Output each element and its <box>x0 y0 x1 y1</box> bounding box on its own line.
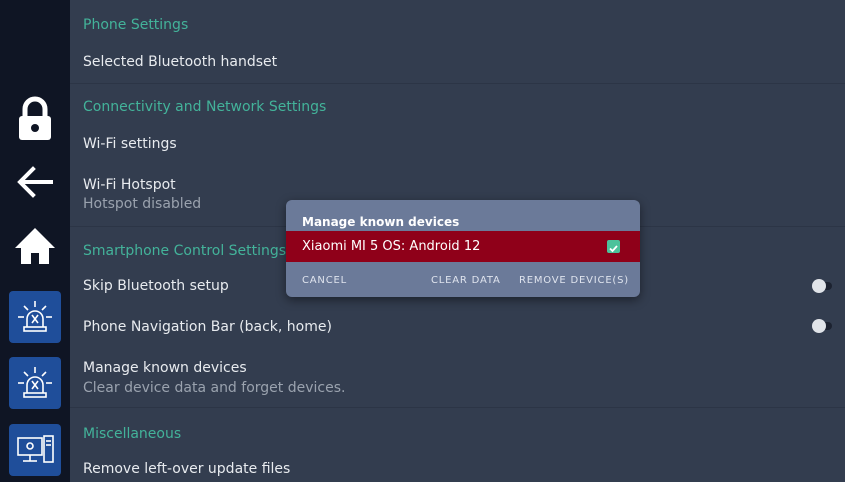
computer-icon[interactable] <box>9 424 61 476</box>
section-phone-settings: Phone Settings <box>83 17 189 33</box>
home-icon[interactable] <box>8 219 62 273</box>
manage-known-devices-item[interactable]: Manage known devices <box>83 360 247 376</box>
section-smartphone-control: Smartphone Control Settings <box>83 243 287 259</box>
manage-devices-dialog: Manage known devices Xiaomi MI 5 OS: And… <box>286 200 640 297</box>
wifi-settings-item[interactable]: Wi-Fi settings <box>83 136 177 152</box>
wifi-hotspot-item[interactable]: Wi-Fi Hotspot <box>83 177 176 193</box>
remove-devices-button[interactable]: REMOVE DEVICE(S) <box>519 275 629 286</box>
toggle-knob <box>812 279 826 293</box>
wifi-hotspot-status: Hotspot disabled <box>83 196 202 212</box>
device-row[interactable]: Xiaomi MI 5 OS: Android 12 <box>286 231 640 262</box>
clear-data-button[interactable]: CLEAR DATA <box>431 275 501 286</box>
device-checkbox[interactable] <box>607 240 620 253</box>
alarm-siren-icon[interactable] <box>9 291 61 343</box>
selected-bluetooth-handset-item[interactable]: Selected Bluetooth handset <box>83 54 277 70</box>
remove-update-files-item[interactable]: Remove left-over update files <box>83 461 290 477</box>
skip-bluetooth-setup-item[interactable]: Skip Bluetooth setup <box>83 278 229 294</box>
skip-bluetooth-toggle[interactable] <box>812 279 832 293</box>
section-connectivity: Connectivity and Network Settings <box>83 99 327 115</box>
dialog-title: Manage known devices <box>302 215 460 229</box>
alarm-siren-icon[interactable] <box>9 357 61 409</box>
section-miscellaneous: Miscellaneous <box>83 426 182 442</box>
divider <box>70 83 845 84</box>
navigation-bar-toggle[interactable] <box>812 319 832 333</box>
manage-known-devices-subtitle: Clear device data and forget devices. <box>83 380 346 396</box>
device-name: Xiaomi MI 5 OS: Android 12 <box>302 239 481 254</box>
lock-icon[interactable] <box>8 92 62 146</box>
checkmark-icon <box>609 245 618 253</box>
sidebar <box>0 0 70 482</box>
divider <box>70 407 845 408</box>
phone-navigation-bar-item[interactable]: Phone Navigation Bar (back, home) <box>83 319 332 335</box>
cancel-button[interactable]: CANCEL <box>302 275 347 286</box>
toggle-knob <box>812 319 826 333</box>
back-arrow-icon[interactable] <box>8 155 62 209</box>
